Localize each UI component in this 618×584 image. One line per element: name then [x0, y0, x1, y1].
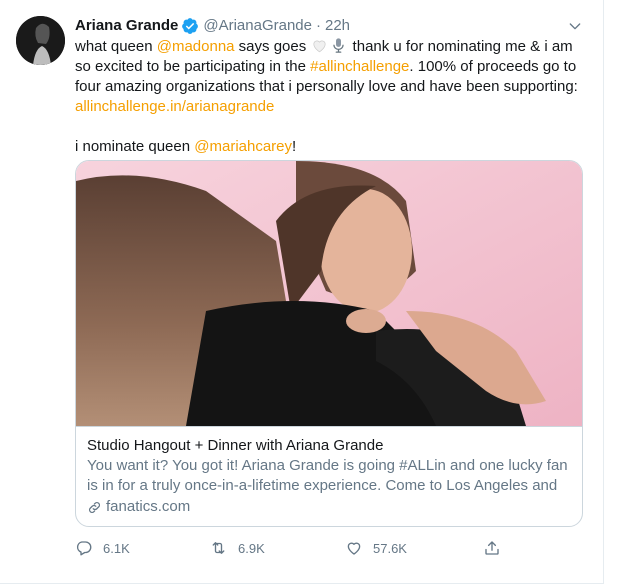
text-segment: !: [292, 138, 297, 155]
author-handle[interactable]: @ArianaGrande: [203, 16, 312, 36]
card-domain-text: fanatics.com: [106, 498, 191, 515]
text-segment: i nominate queen: [75, 138, 195, 155]
link-preview-card[interactable]: Studio Hangout + Dinner with Ariana Gran…: [75, 160, 583, 527]
reply-count: 6.1K: [103, 540, 130, 556]
tweet-text: what queen @madonna says goes thank u fo…: [75, 37, 590, 157]
reply-button[interactable]: 6.1K: [75, 539, 130, 557]
card-description: You want it? You got it! Ariana Grande i…: [87, 457, 568, 494]
share-icon: [485, 541, 499, 555]
tweet-container: Ariana Grande @ArianaGrande · 22h what q…: [0, 0, 604, 584]
tweet-paragraph-2: i nominate queen @mariahcarey!: [75, 137, 590, 157]
verified-badge-icon: [181, 17, 199, 35]
share-button[interactable]: [483, 539, 501, 557]
text-segment: what queen: [75, 38, 157, 55]
text-segment: says goes: [234, 38, 311, 55]
heart-icon: [347, 542, 361, 555]
tweet-timestamp[interactable]: 22h: [325, 16, 350, 36]
hashtag-allinchallenge[interactable]: #allinchallenge: [310, 58, 409, 75]
header-separator: ·: [316, 17, 321, 34]
microphone-icon: [330, 37, 347, 54]
retweet-icon: [212, 542, 225, 554]
mention-madonna[interactable]: @madonna: [157, 38, 235, 55]
retweet-button[interactable]: 6.9K: [209, 539, 265, 557]
card-image: [76, 161, 582, 426]
chevron-down-icon[interactable]: [563, 16, 587, 36]
tweet-paragraph-1: what queen @madonna says goes thank u fo…: [75, 37, 590, 117]
tweet-actions: 6.1K 6.9K 57.6K: [75, 536, 515, 560]
avatar[interactable]: [16, 16, 65, 65]
like-button[interactable]: 57.6K: [345, 539, 407, 557]
retweet-count: 6.9K: [238, 540, 265, 556]
white-heart-icon: [311, 37, 328, 54]
like-count: 57.6K: [373, 540, 407, 556]
card-domain: fanatics.com: [87, 497, 571, 517]
card-title: Studio Hangout + Dinner with Ariana Gran…: [87, 437, 384, 454]
card-text: Studio Hangout + Dinner with Ariana Gran…: [76, 426, 582, 526]
tweet-header: Ariana Grande @ArianaGrande · 22h: [75, 16, 587, 36]
tweet-url-link[interactable]: allinchallenge.in/arianagrande: [75, 98, 274, 115]
author-name[interactable]: Ariana Grande: [75, 16, 178, 36]
link-icon: [89, 501, 100, 513]
mention-mariahcarey[interactable]: @mariahcarey: [194, 138, 292, 155]
reply-icon: [76, 541, 92, 556]
